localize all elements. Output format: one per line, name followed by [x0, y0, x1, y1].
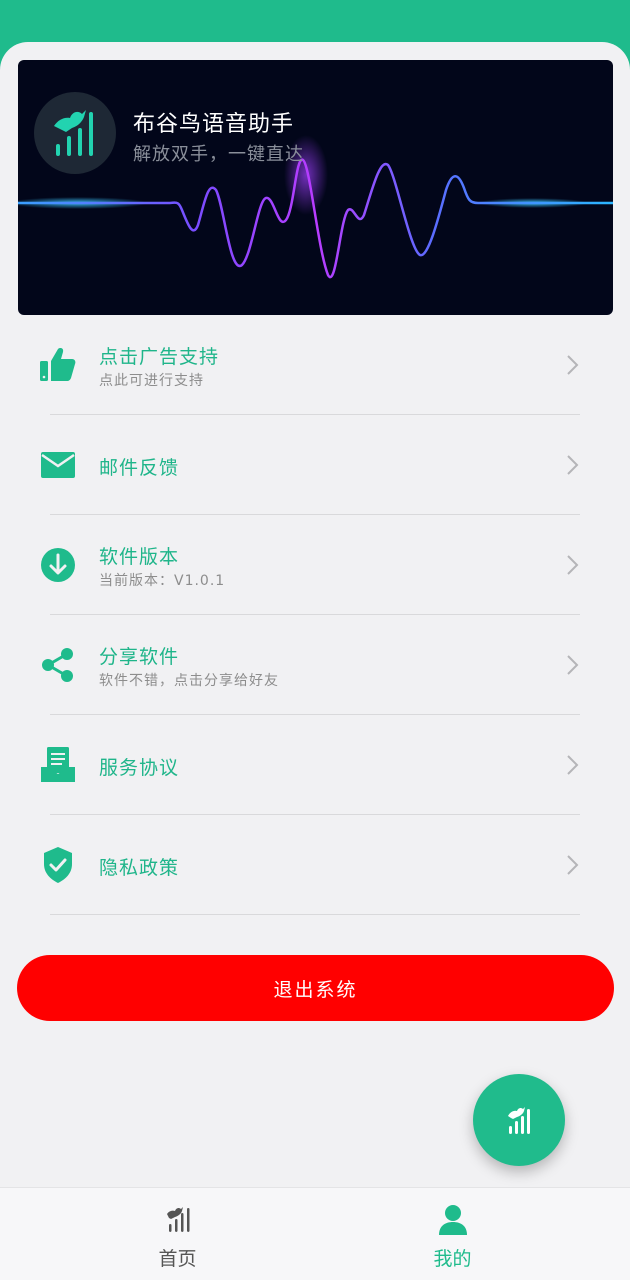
app-title: 布谷鸟语音助手 — [133, 112, 295, 137]
chevron-right-icon — [567, 555, 579, 575]
app-subtitle: 解放双手，一键直达 — [133, 144, 304, 165]
nav-label-mine: 我的 — [433, 1248, 472, 1270]
thumbs-up-icon — [40, 348, 76, 381]
chevron-right-icon — [567, 455, 579, 475]
menu-item-share-software[interactable]: 分享软件 软件不错，点击分享给好友 — [0, 615, 630, 715]
chevron-right-icon — [567, 755, 579, 775]
mail-icon — [41, 452, 75, 478]
menu-sublabel: 当前版本：V1.0.1 — [99, 573, 226, 589]
divider — [50, 914, 580, 915]
menu-item-ad-support[interactable]: 点击广告支持 点此可进行支持 — [0, 315, 630, 415]
download-icon — [41, 548, 75, 582]
menu-label: 邮件反馈 — [99, 457, 180, 479]
bottom-nav: 首页 我的 — [0, 1187, 630, 1280]
user-icon — [438, 1205, 467, 1235]
chevron-right-icon — [567, 355, 579, 375]
menu-item-service-agreement[interactable]: 服务协议 — [0, 715, 630, 815]
chevron-right-icon — [567, 655, 579, 675]
menu-sublabel: 软件不错，点击分享给好友 — [99, 673, 279, 689]
logout-button[interactable]: 退出系统 — [17, 955, 614, 1021]
nav-tab-home[interactable]: 首页 — [20, 1188, 335, 1280]
bird-logo-icon — [54, 110, 93, 156]
menu-item-email-feedback[interactable]: 邮件反馈 — [0, 415, 630, 515]
menu-item-privacy-policy[interactable]: 隐私政策 — [0, 815, 630, 915]
chevron-right-icon — [567, 855, 579, 875]
menu-label: 软件版本 — [99, 546, 180, 568]
menu-label: 服务协议 — [99, 757, 180, 779]
menu-label: 隐私政策 — [99, 857, 180, 879]
menu-item-software-version[interactable]: 软件版本 当前版本：V1.0.1 — [0, 515, 630, 615]
bird-logo-icon — [508, 1107, 530, 1134]
app-banner: 布谷鸟语音助手 解放双手，一键直达 — [18, 60, 613, 315]
menu-label: 点击广告支持 — [99, 346, 220, 368]
menu-label: 分享软件 — [99, 646, 180, 668]
app-logo — [34, 92, 116, 174]
menu-sublabel: 点此可进行支持 — [99, 373, 204, 389]
bird-logo-icon — [166, 1207, 189, 1232]
nav-label-home: 首页 — [158, 1248, 197, 1270]
share-icon — [42, 648, 73, 682]
shield-check-icon — [44, 847, 72, 883]
agreement-icon — [41, 747, 75, 782]
voice-assistant-fab[interactable] — [473, 1074, 565, 1166]
nav-tab-mine[interactable]: 我的 — [295, 1188, 610, 1280]
